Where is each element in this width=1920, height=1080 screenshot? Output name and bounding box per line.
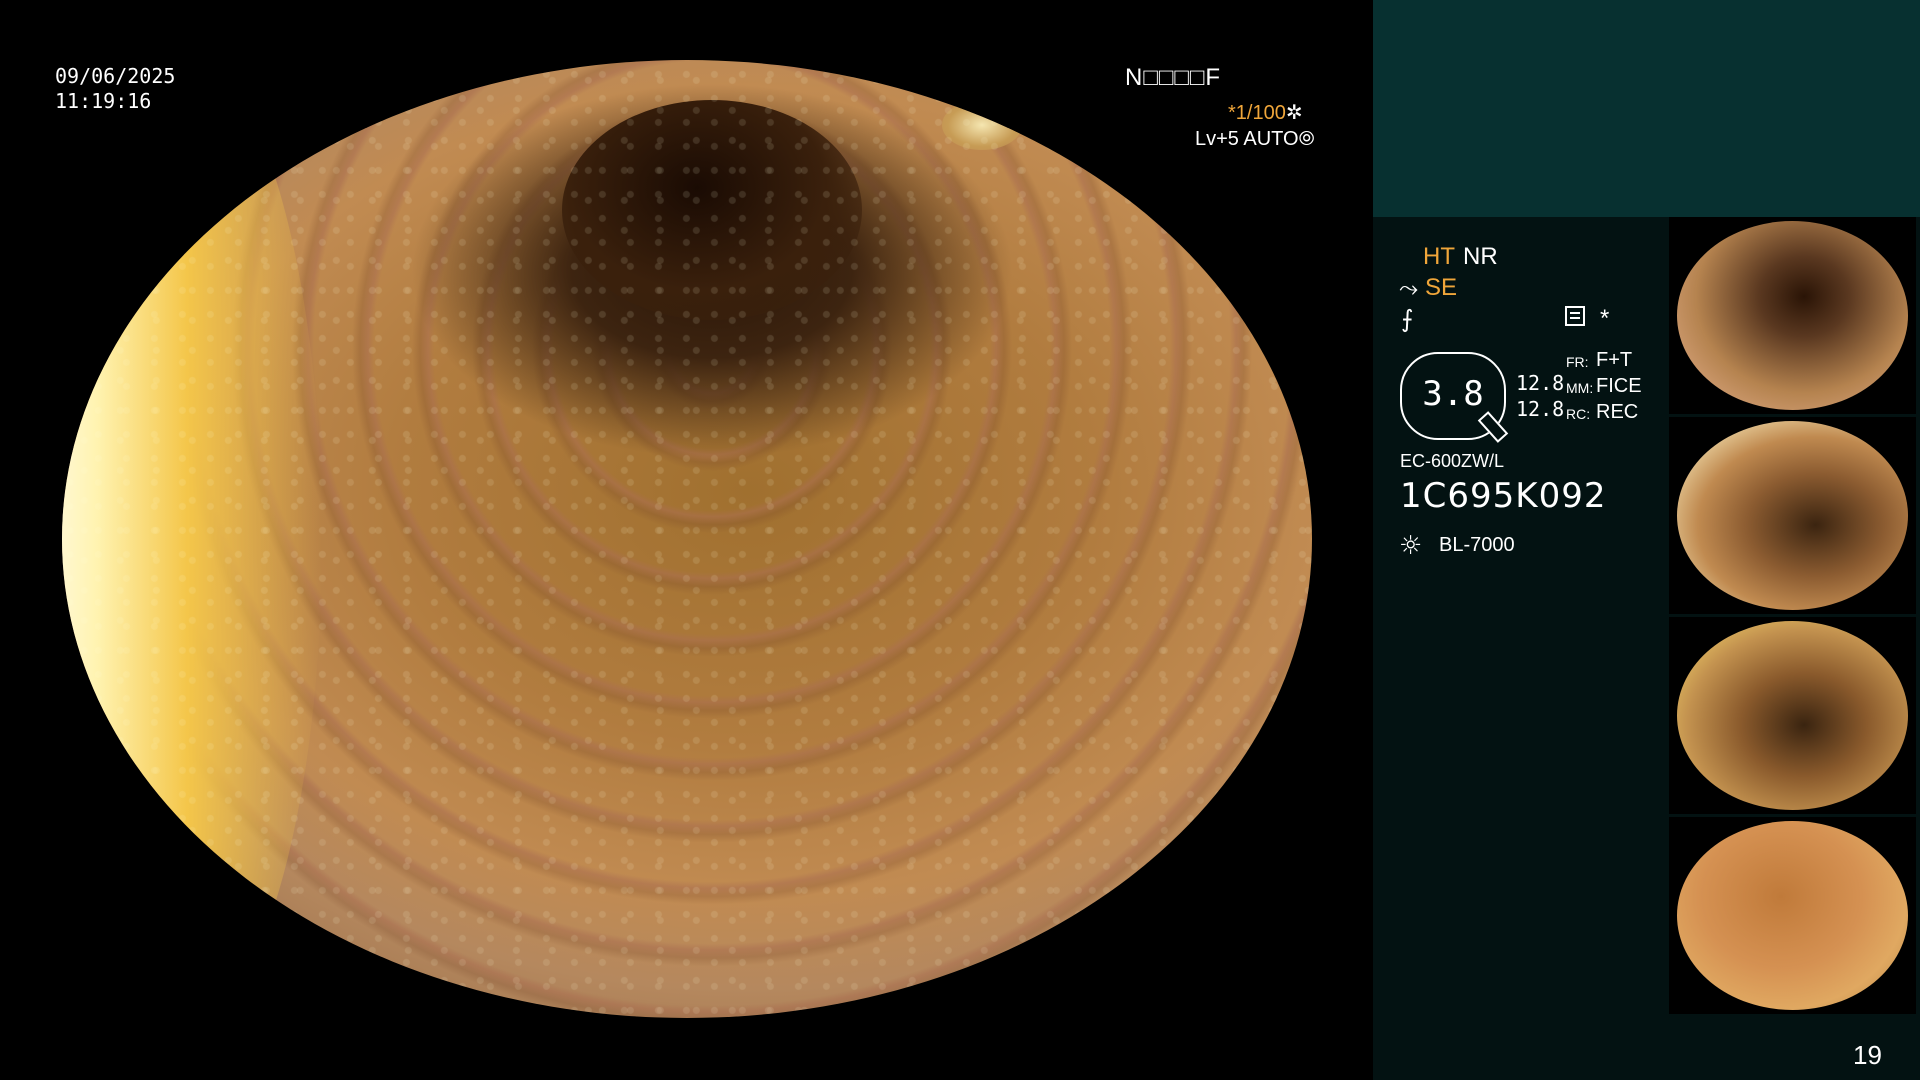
- datetime: 09/06/2025 11:19:16: [55, 64, 175, 114]
- nr-indicator: NR: [1463, 243, 1498, 270]
- bubbles-texture: [62, 60, 1312, 1018]
- thumbnail-image: [1677, 621, 1908, 810]
- shutter-icon: ✲: [1285, 102, 1303, 124]
- meta-value-mm: FICE: [1596, 375, 1642, 397]
- endoscope-view-area: 09/06/2025 11:19:16 N□□□□F *1/100✲ Lv+5 …: [0, 0, 1372, 1080]
- ht-indicator: HT: [1423, 243, 1455, 270]
- thumbnail[interactable]: [1669, 817, 1916, 1014]
- scope-serial: 1C695K092: [1400, 476, 1607, 516]
- zoom-indicator: 3.8: [1400, 352, 1509, 443]
- meta-num-3: 12.8: [1516, 397, 1565, 421]
- patient-id: N□□□□F: [1125, 64, 1221, 91]
- endoscopic-image: [62, 60, 1312, 1018]
- light-source: BL-7000: [1439, 534, 1515, 556]
- shutter-speed: *1/100✲: [1228, 100, 1303, 125]
- level-text: Lv+5: [1195, 128, 1239, 150]
- meta-value-fr: F+T: [1596, 349, 1633, 371]
- structure-enhance-icon: ⤳: [1399, 275, 1419, 302]
- date-text: 09/06/2025: [55, 64, 176, 88]
- meta-value-rc: REC: [1596, 401, 1639, 423]
- thumbnail-strip: [1669, 217, 1916, 1017]
- zoom-handle-icon: [1477, 411, 1509, 443]
- page-number: 19: [1853, 1040, 1882, 1070]
- se-indicator: SE: [1425, 274, 1458, 301]
- thumbnail[interactable]: [1669, 217, 1916, 414]
- shutter-text: *1/100: [1228, 102, 1286, 124]
- panel-header-block: [1373, 0, 1920, 217]
- function-icon: ⨍: [1401, 306, 1414, 333]
- time-text: 11:19:16: [55, 89, 152, 113]
- light-source-icon: ☼: [1399, 531, 1423, 561]
- zoom-value: 3.8: [1422, 374, 1484, 414]
- meta-num-1: 12.8: [1516, 371, 1565, 395]
- star-indicator: *: [1600, 305, 1610, 332]
- thumbnail-image: [1677, 421, 1908, 610]
- meta-label-rc: RC:: [1566, 406, 1591, 422]
- mode-text: AUTO: [1243, 128, 1299, 150]
- thumbnail[interactable]: [1669, 417, 1916, 614]
- scope-model: EC-600ZW/L: [1400, 451, 1505, 471]
- menu-icon: [1565, 306, 1585, 326]
- exposure-level: Lv+5 AUTO⦾: [1195, 128, 1315, 151]
- thumbnail-image: [1677, 821, 1908, 1010]
- meta-label-mm: MM:: [1566, 380, 1594, 396]
- meta-label-fr: FR:: [1566, 354, 1589, 370]
- mode-icon: ⦾: [1298, 128, 1315, 150]
- thumbnail[interactable]: [1669, 617, 1916, 814]
- thumbnail-image: [1677, 221, 1908, 410]
- info-panel: HT NR ⤳ SE ⨍ * 3.8 12.8 FR: F+T MM: FICE…: [1373, 0, 1920, 1080]
